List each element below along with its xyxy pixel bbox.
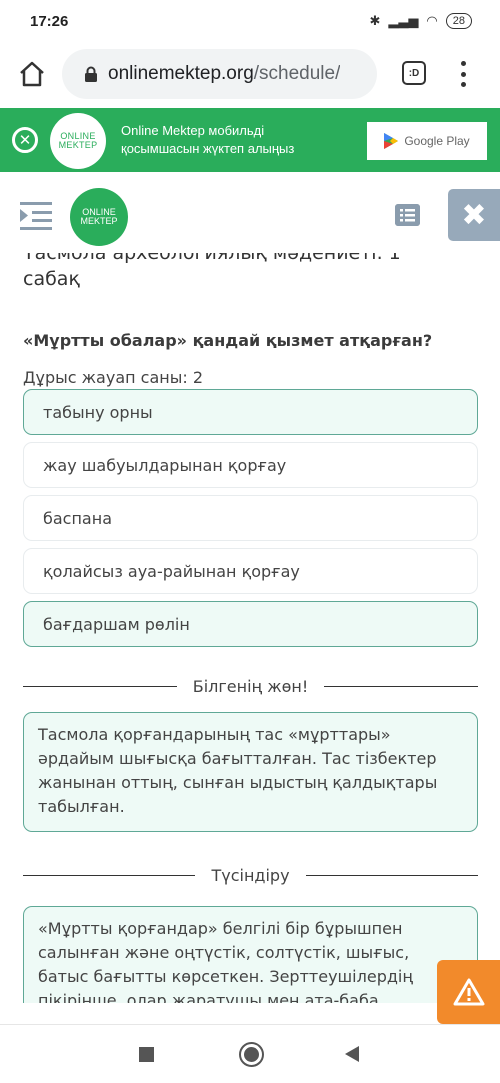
back-icon[interactable] — [345, 1046, 359, 1062]
tab-switcher-button[interactable]: :D — [402, 61, 426, 85]
answer-option[interactable]: жау шабуылдарынан қорғау — [23, 442, 478, 488]
info-divider: Білгенің жөн! — [23, 671, 479, 701]
info-heading: Білгенің жөн! — [192, 676, 309, 696]
explanation-divider: Түсіндіру — [23, 860, 479, 890]
sidebar-toggle-icon[interactable] — [20, 202, 52, 230]
info-box: Тасмола қорғандарының тас «мұрттары» әрд… — [23, 712, 478, 832]
site-logo[interactable]: ONLINE MEKTEP — [70, 188, 128, 246]
explanation-box: «Мұртты қорғандар» белгілі бір бұрышпен … — [23, 906, 478, 1003]
divider-line — [324, 685, 479, 687]
close-banner-icon[interactable]: ✕ — [12, 127, 38, 153]
app-header: ONLINE MEKTEP ✖ — [0, 175, 500, 253]
answer-option[interactable]: қолайсыз ауа-райынан қорғау — [23, 548, 478, 594]
home-icon[interactable] — [18, 60, 46, 88]
browser-toolbar: onlinemektep.org/schedule/ :D — [0, 44, 500, 106]
divider-line — [23, 874, 196, 876]
recent-apps-icon[interactable] — [139, 1047, 154, 1062]
status-bar: 17:26 ✱ ▂▃▅ ◠ 28 — [0, 0, 500, 44]
answer-options: табыну орны жау шабуылдарынан қорғау бас… — [23, 389, 478, 647]
status-icons: ✱ ▂▃▅ ◠ 28 — [369, 13, 472, 29]
wifi-icon: ◠ — [426, 13, 438, 29]
answer-option[interactable]: табыну орны — [23, 389, 478, 435]
google-play-icon — [384, 133, 399, 149]
answer-option[interactable]: бағдаршам рөлін — [23, 601, 478, 647]
divider-line — [23, 685, 177, 687]
browser-menu-icon[interactable] — [458, 61, 468, 87]
google-play-button[interactable]: Google Play — [367, 122, 487, 160]
signal-icon: ▂▃▅ — [388, 13, 419, 29]
explanation-heading: Түсіндіру — [211, 865, 290, 885]
main-content: Тасмола археологиялық мәдениеті. 1 сабақ… — [23, 240, 479, 1003]
answer-count: Дұрыс жауап саны: 2 — [23, 368, 204, 387]
android-nav-bar — [0, 1024, 500, 1083]
close-icon[interactable]: ✖ — [448, 189, 500, 241]
address-bar[interactable]: onlinemektep.org/schedule/ — [62, 49, 377, 99]
home-nav-icon[interactable] — [239, 1042, 264, 1067]
bluetooth-icon: ✱ — [369, 13, 381, 29]
list-icon[interactable] — [395, 204, 420, 226]
app-promo-banner: ✕ ONLINE MEKTEP Online Mektep мобильді қо… — [0, 108, 500, 172]
status-time: 17:26 — [30, 13, 69, 30]
divider-line — [305, 874, 479, 876]
url-text: onlinemektep.org/schedule/ — [108, 63, 341, 84]
promo-text: Online Mektep мобильді қосымшасын жүктеп… — [121, 123, 295, 156]
promo-logo: ONLINE MEKTEP — [50, 113, 106, 169]
question-text: «Мұртты обалар» қандай қызмет атқарған? — [23, 331, 433, 350]
report-problem-button[interactable] — [437, 960, 500, 1024]
warning-icon — [453, 978, 484, 1006]
answer-option[interactable]: баспана — [23, 495, 478, 541]
battery-icon: 28 — [445, 13, 472, 29]
lock-icon — [85, 66, 97, 82]
